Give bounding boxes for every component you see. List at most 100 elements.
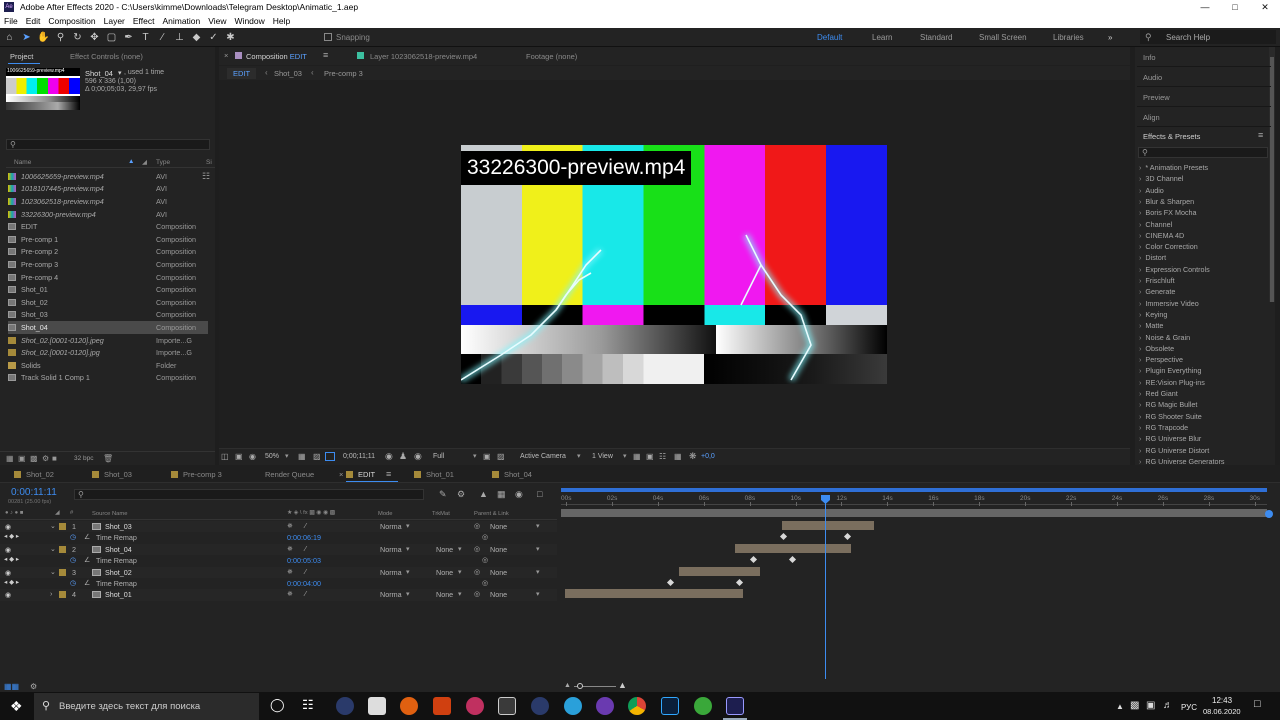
hand-tool-icon[interactable]: ✋: [36, 30, 51, 45]
align-panel[interactable]: Align: [1137, 107, 1271, 127]
camera-arrow-icon[interactable]: ▾: [577, 452, 581, 460]
project-item[interactable]: EDIT Composition: [8, 220, 208, 233]
zoom-dropdown-arrow-icon[interactable]: ▾: [285, 452, 289, 460]
breadcrumb-pre-comp-3[interactable]: Pre-comp 3: [324, 69, 363, 78]
app-browser-icon[interactable]: [531, 697, 549, 715]
always-preview-icon[interactable]: ◫: [221, 452, 229, 461]
column-name[interactable]: Name: [14, 159, 31, 166]
time-remap-row[interactable]: ◂ ◆ ▸ ◷ ∠ Time Remap 0:00:05:03 ◎: [0, 555, 557, 566]
effects-search-input[interactable]: ⚲: [1138, 147, 1268, 158]
column-size[interactable]: Si: [206, 159, 212, 166]
close-icon[interactable]: ✕: [1250, 0, 1280, 14]
effects-category[interactable]: Generate: [1139, 287, 1175, 296]
eraser-tool-icon[interactable]: ◆: [189, 30, 204, 45]
layer-duration-bar[interactable]: [782, 521, 874, 530]
project-item[interactable]: Shot_04 Composition: [8, 321, 208, 334]
stopwatch-icon[interactable]: ◷: [70, 555, 76, 564]
keyframe-icon[interactable]: [788, 556, 797, 564]
parent-arrow-icon[interactable]: ▾: [536, 521, 540, 530]
effects-category[interactable]: Noise & Grain: [1139, 333, 1190, 342]
parent-arrow-icon[interactable]: ▾: [536, 567, 540, 576]
zoom-dropdown[interactable]: 50%: [265, 453, 279, 460]
project-item[interactable]: Pre-comp 2 Composition: [8, 246, 208, 259]
pan-behind-icon[interactable]: ✥: [87, 30, 102, 45]
effects-category[interactable]: CINEMA 4D: [1139, 231, 1184, 240]
layer-row[interactable]: ◉ › 4 Shot_01 ✵ ∕ Norma ▾ None ▾ ◎ None ▾: [0, 589, 557, 601]
tray-network-icon[interactable]: ▩: [1130, 700, 1139, 711]
app-photoshop-icon[interactable]: [661, 697, 679, 715]
search-help-box[interactable]: ⚲ Search Help: [1140, 30, 1276, 44]
preview-panel[interactable]: Preview: [1137, 87, 1271, 107]
pixel-aspect-icon[interactable]: ▦: [633, 452, 641, 461]
parent-dropdown[interactable]: None: [490, 522, 507, 531]
project-item[interactable]: Shot_02 Composition: [8, 296, 208, 309]
effects-category[interactable]: Perspective: [1139, 355, 1183, 364]
project-item[interactable]: Solids Folder: [8, 359, 208, 372]
keyframe-icon[interactable]: [735, 578, 744, 587]
column-trkmat[interactable]: TrkMat: [432, 511, 450, 517]
column-type[interactable]: Type: [156, 159, 170, 166]
tray-date[interactable]: 08.06.2020: [1203, 707, 1241, 716]
zoom-in-icon[interactable]: ▲: [618, 680, 627, 690]
effects-category[interactable]: RG Magic Bullet: [1139, 400, 1197, 409]
menu-animation[interactable]: Animation: [162, 16, 200, 26]
timeline-menu-icon[interactable]: ≡: [386, 469, 391, 479]
timeline-icon[interactable]: ▦: [674, 452, 682, 461]
effects-category[interactable]: RG Trapcode: [1139, 423, 1188, 432]
tab-layer[interactable]: Layer 1023062518-preview.mp4: [370, 52, 477, 61]
eye-icon[interactable]: ◉: [5, 590, 11, 599]
selection-tool-icon[interactable]: ➤: [19, 30, 34, 45]
tray-time[interactable]: 12:43: [1212, 696, 1232, 705]
flowchart-icon[interactable]: ☷: [202, 171, 210, 182]
type-tool-icon[interactable]: T: [138, 30, 153, 45]
layer-name[interactable]: Shot_04: [105, 545, 132, 554]
task-view-icon[interactable]: ☷: [302, 697, 314, 713]
quality-switch-icon[interactable]: ∕: [305, 521, 306, 530]
transparency-icon[interactable]: ▨: [497, 452, 505, 461]
tab-composition[interactable]: Composition EDIT: [246, 52, 307, 61]
layer-duration-bar[interactable]: [565, 589, 743, 599]
mask-visibility-icon[interactable]: ◉: [249, 452, 256, 461]
minimize-icon[interactable]: —: [1190, 0, 1220, 14]
keyframe-nav-icon[interactable]: ◂ ◆ ▸: [4, 555, 19, 563]
mode-dropdown[interactable]: Norma: [380, 545, 402, 554]
project-item[interactable]: Pre-comp 3 Composition: [8, 258, 208, 271]
keyframe-icon[interactable]: [843, 533, 852, 541]
time-remap-value[interactable]: 0:00:06:19: [287, 533, 321, 542]
close-edit-tab-icon[interactable]: ×: [339, 470, 343, 479]
trkmat-arrow-icon[interactable]: ▾: [458, 567, 462, 576]
reset-exposure-icon[interactable]: ❋: [689, 451, 697, 462]
keyframe-icon[interactable]: [666, 578, 675, 587]
eye-icon[interactable]: ◉: [5, 568, 11, 577]
trkmat-dropdown[interactable]: None: [436, 568, 453, 577]
pen-tool-icon[interactable]: ✒: [121, 30, 136, 45]
effects-category[interactable]: Red Giant: [1139, 389, 1177, 398]
parent-dropdown[interactable]: None: [490, 590, 507, 599]
effects-category[interactable]: Audio: [1139, 186, 1163, 195]
app-music-icon[interactable]: [466, 697, 484, 715]
trkmat-dropdown[interactable]: None: [436, 590, 453, 599]
expand-layers-icon[interactable]: ⚙: [30, 682, 37, 691]
tab-shot-04[interactable]: Shot_04: [492, 470, 532, 479]
views-dropdown[interactable]: 1 View: [592, 453, 613, 460]
effects-category[interactable]: * Animation Presets: [1139, 163, 1208, 172]
menu-edit[interactable]: Edit: [26, 16, 41, 26]
column-source-name[interactable]: Source Name: [92, 511, 127, 517]
project-item[interactable]: Pre-comp 4 Composition: [8, 271, 208, 284]
mode-dropdown[interactable]: Norma: [380, 590, 402, 599]
mode-dropdown[interactable]: Norma: [380, 568, 402, 577]
quality-switch-icon[interactable]: ∕: [305, 567, 306, 576]
layer-duration-bar[interactable]: [679, 566, 760, 576]
app-after-effects-icon[interactable]: [726, 697, 744, 715]
expand-arrow-icon[interactable]: ⌄: [50, 544, 56, 553]
mode-dropdown[interactable]: Norma: [380, 522, 402, 531]
layer-name[interactable]: Shot_03: [105, 522, 132, 531]
parent-arrow-icon[interactable]: ▾: [536, 589, 540, 598]
time-remap-row[interactable]: ◂ ◆ ▸ ◷ ∠ Time Remap 0:00:06:19 ◎: [0, 532, 557, 543]
tray-volume-icon[interactable]: ♬: [1163, 700, 1173, 711]
work-area-end-handle[interactable]: [1265, 510, 1273, 518]
exposure-value[interactable]: +0,0: [701, 453, 715, 460]
audio-panel[interactable]: Audio: [1137, 67, 1271, 87]
views-arrow-icon[interactable]: ▾: [623, 452, 627, 460]
notification-icon[interactable]: □: [1254, 698, 1261, 710]
